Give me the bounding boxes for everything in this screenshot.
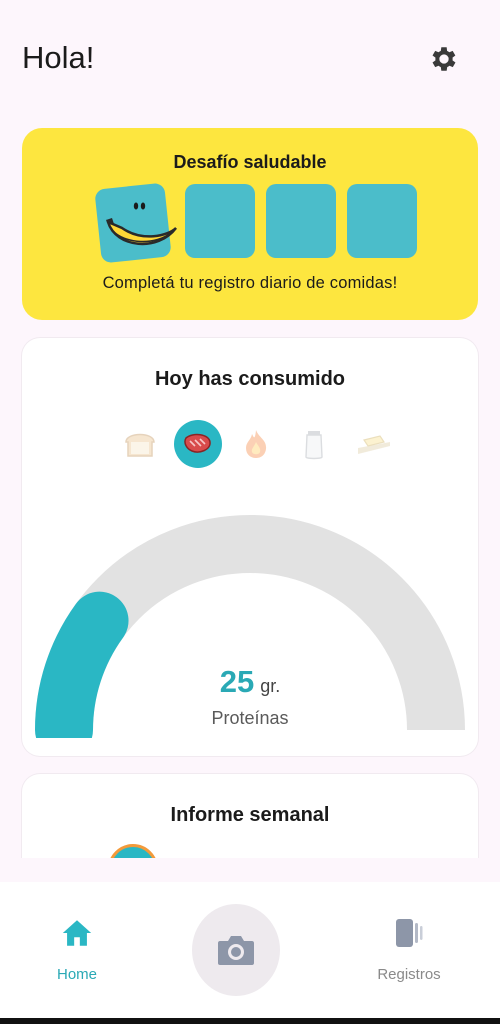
meat-icon[interactable]: [174, 420, 222, 468]
today-consumption-card: Hoy has consumido 25 gr. Proteínas: [22, 338, 478, 756]
camera-button[interactable]: [192, 904, 280, 996]
protein-gauge: [35, 515, 465, 738]
fire-icon[interactable]: [232, 420, 280, 468]
challenge-subtitle: Completá tu registro diario de comidas!: [102, 274, 398, 292]
system-bar: [0, 1018, 500, 1024]
app-header: Hola!: [0, 0, 500, 120]
nav-records[interactable]: Registros: [354, 916, 464, 986]
home-icon: [62, 920, 92, 946]
protein-unit: gr.: [260, 676, 281, 696]
challenge-day-3: [266, 184, 336, 258]
challenge-day-4: [347, 184, 417, 258]
healthy-challenge-card[interactable]: Desafío saludable Completá tu registro d…: [22, 128, 478, 320]
nav-records-label: Registros: [377, 966, 441, 983]
protein-value-row: 25 gr.: [22, 664, 478, 700]
bottom-navigation: Home Registros: [0, 882, 500, 1024]
challenge-day-2: [185, 184, 255, 258]
protein-value: 25: [219, 664, 255, 699]
nav-home-label: Home: [56, 966, 97, 983]
nav-home[interactable]: Home: [22, 916, 132, 986]
gear-icon[interactable]: [428, 43, 460, 75]
challenge-title: Desafío saludable: [173, 152, 327, 172]
bread-icon[interactable]: [116, 420, 164, 468]
camera-icon: [218, 936, 254, 965]
salt-shaker-icon[interactable]: [290, 420, 338, 468]
banana-icon: [106, 202, 177, 245]
greeting-title: Hola!: [22, 40, 95, 75]
records-icon: [396, 919, 423, 947]
butter-icon[interactable]: [350, 420, 398, 468]
scroll-fade: [0, 858, 500, 882]
today-title: Hoy has consumido: [154, 368, 346, 390]
nutrient-label: Proteínas: [211, 708, 289, 728]
weekly-title: Informe semanal: [170, 804, 330, 826]
